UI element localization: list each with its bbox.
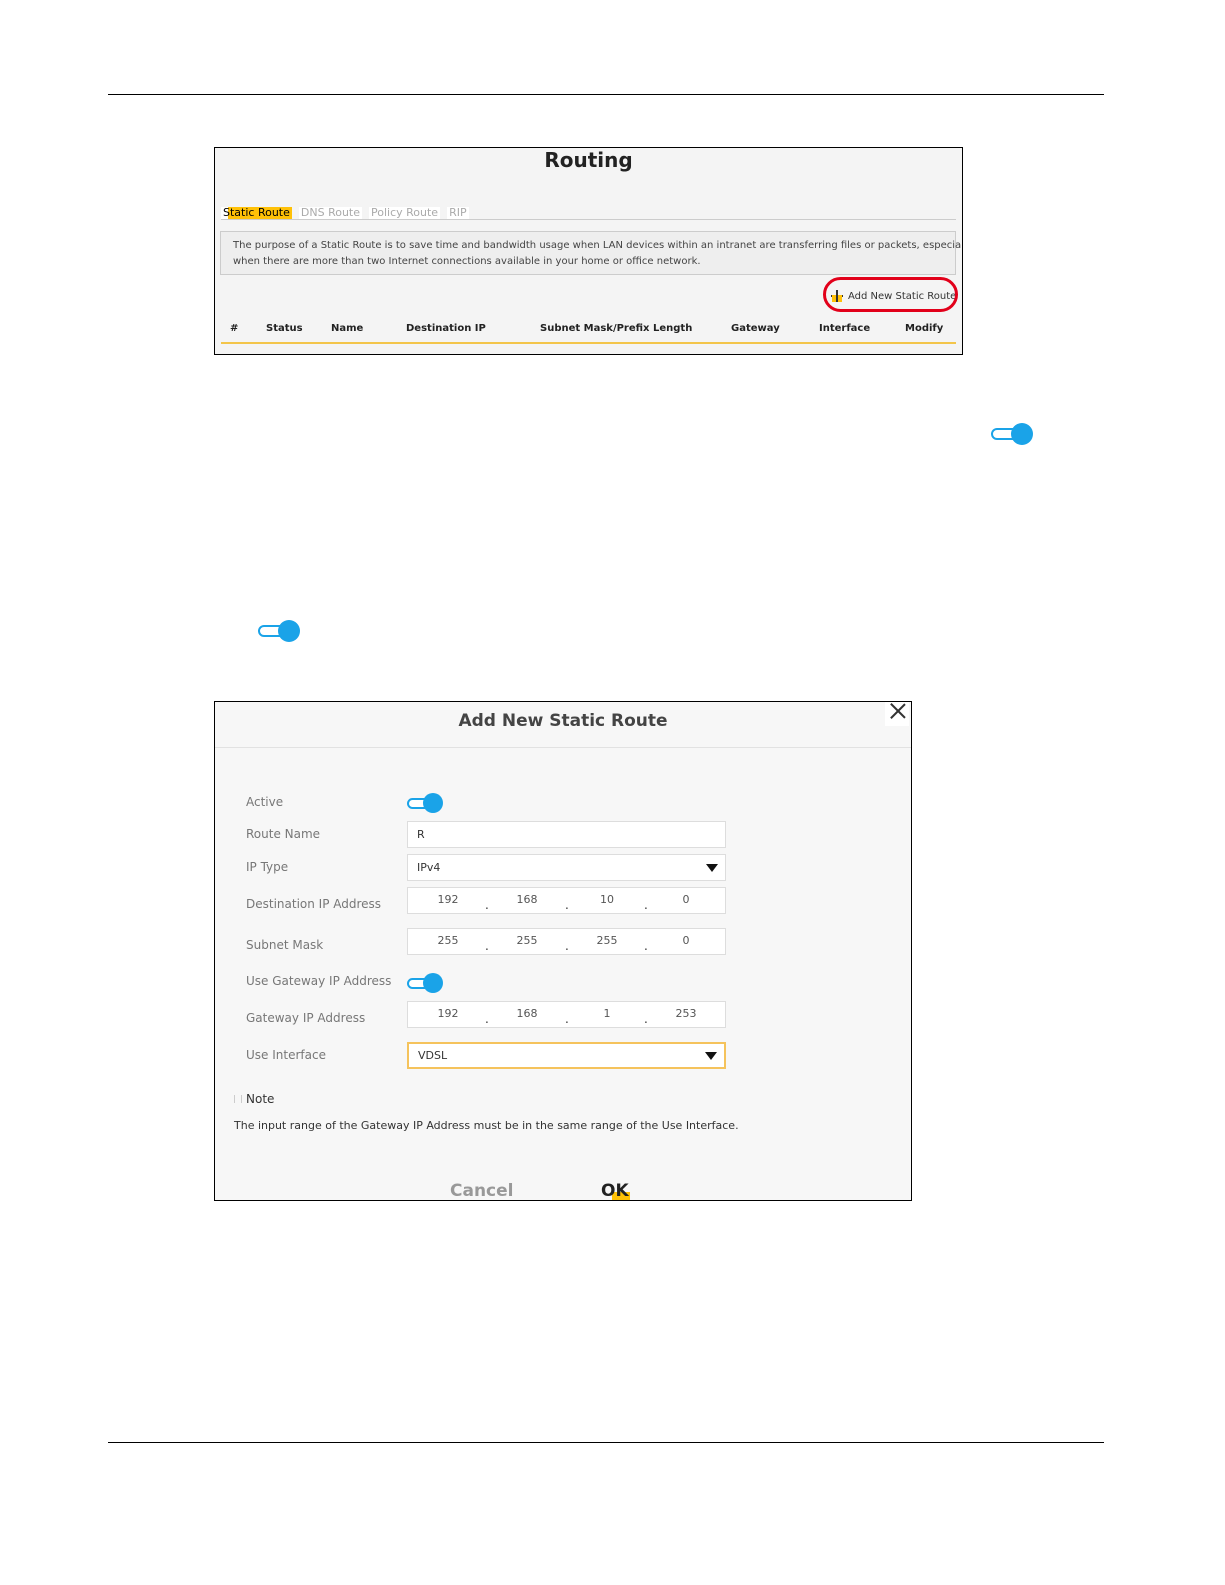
tab-static-route[interactable]: Static Route: [221, 207, 292, 219]
gateway-ip-input[interactable]: 192 . 168 . 1 . 253: [407, 1001, 726, 1028]
highlight-circle: [823, 277, 958, 312]
ip-dot: .: [644, 939, 648, 953]
subnet-mask-input[interactable]: 255 . 255 . 255 . 0: [407, 928, 726, 955]
ip-octet[interactable]: 1: [587, 1007, 627, 1020]
ip-type-select[interactable]: IPv4: [407, 854, 726, 881]
table-header-underline: [221, 342, 956, 344]
toggle-on-icon: [258, 620, 300, 642]
routing-screenshot: Routing Static Route DNS Route Policy Ro…: [214, 147, 963, 355]
dropdown-arrow-icon: [706, 864, 718, 872]
dialog-title: Add New Static Route: [458, 711, 668, 731]
static-route-description: The purpose of a Static Route is to save…: [220, 231, 963, 275]
ip-type-label: IP Type: [246, 860, 289, 874]
active-label: Active: [246, 795, 284, 809]
add-static-route-dialog: Add New Static Route Active Route Name R…: [214, 701, 912, 1201]
toggle-on-icon: [991, 423, 1033, 445]
col-gateway: Gateway: [731, 323, 780, 334]
ip-octet[interactable]: 10: [587, 893, 627, 906]
title-divider: [215, 747, 911, 748]
description-line-1: The purpose of a Static Route is to save…: [233, 240, 963, 251]
col-destination-ip: Destination IP: [406, 323, 486, 334]
use-gateway-toggle[interactable]: [407, 973, 443, 993]
ip-dot: .: [485, 939, 489, 953]
ip-octet[interactable]: 168: [507, 893, 547, 906]
route-name-input[interactable]: R: [407, 821, 726, 848]
header-rule: [108, 94, 1104, 95]
ip-octet[interactable]: 0: [666, 934, 706, 947]
tab-divider: [221, 219, 956, 220]
active-toggle[interactable]: [407, 793, 443, 813]
ip-type-value: IPv4: [417, 861, 441, 874]
tab-dns-route[interactable]: DNS Route: [298, 207, 362, 219]
destination-ip-input[interactable]: 192 . 168 . 10 . 0: [407, 887, 726, 914]
col-index: #: [230, 323, 239, 334]
routing-title: Routing: [544, 148, 633, 172]
tab-policy-route[interactable]: Policy Route: [369, 207, 441, 219]
description-line-2: when there are more than two Internet co…: [233, 256, 701, 267]
col-modify: Modify: [905, 323, 944, 334]
use-interface-select[interactable]: VDSL: [407, 1042, 726, 1069]
ip-dot: .: [565, 898, 569, 912]
subnet-mask-label: Subnet Mask: [246, 938, 324, 952]
note-heading: Note: [234, 1092, 274, 1106]
cancel-button[interactable]: Cancel: [450, 1181, 513, 1200]
ok-button[interactable]: OK: [601, 1181, 629, 1200]
ip-octet[interactable]: 168: [507, 1007, 547, 1020]
use-interface-value: VDSL: [418, 1049, 448, 1062]
gateway-ip-label: Gateway IP Address: [246, 1011, 366, 1025]
destination-ip-label: Destination IP Address: [246, 897, 382, 911]
note-title: Note: [246, 1092, 275, 1106]
ip-dot: .: [644, 1012, 648, 1026]
ip-octet[interactable]: 253: [666, 1007, 706, 1020]
close-icon: [889, 702, 907, 720]
ip-octet[interactable]: 255: [428, 934, 468, 947]
col-status: Status: [266, 323, 303, 334]
ip-dot: .: [485, 898, 489, 912]
use-gateway-label: Use Gateway IP Address: [246, 974, 392, 988]
col-name: Name: [331, 323, 364, 334]
close-button[interactable]: [885, 702, 909, 726]
use-interface-label: Use Interface: [246, 1048, 326, 1062]
ip-dot: .: [485, 1012, 489, 1026]
ip-dot: .: [644, 898, 648, 912]
ip-octet[interactable]: 192: [428, 1007, 468, 1020]
col-interface: Interface: [819, 323, 871, 334]
route-name-label: Route Name: [246, 827, 321, 841]
tab-rip[interactable]: RIP: [447, 207, 469, 219]
ip-octet[interactable]: 255: [507, 934, 547, 947]
dropdown-arrow-icon: [705, 1052, 717, 1060]
ip-dot: .: [565, 1012, 569, 1026]
routing-tabs: Static Route DNS Route Policy Route RIP: [221, 207, 469, 219]
footer-rule: [108, 1442, 1104, 1443]
ip-dot: .: [565, 939, 569, 953]
note-icon: [234, 1095, 242, 1103]
col-subnet-mask: Subnet Mask/Prefix Length: [540, 323, 693, 334]
note-text: The input range of the Gateway IP Addres…: [234, 1119, 739, 1132]
ip-octet[interactable]: 255: [587, 934, 627, 947]
ip-octet[interactable]: 192: [428, 893, 468, 906]
ip-octet[interactable]: 0: [666, 893, 706, 906]
